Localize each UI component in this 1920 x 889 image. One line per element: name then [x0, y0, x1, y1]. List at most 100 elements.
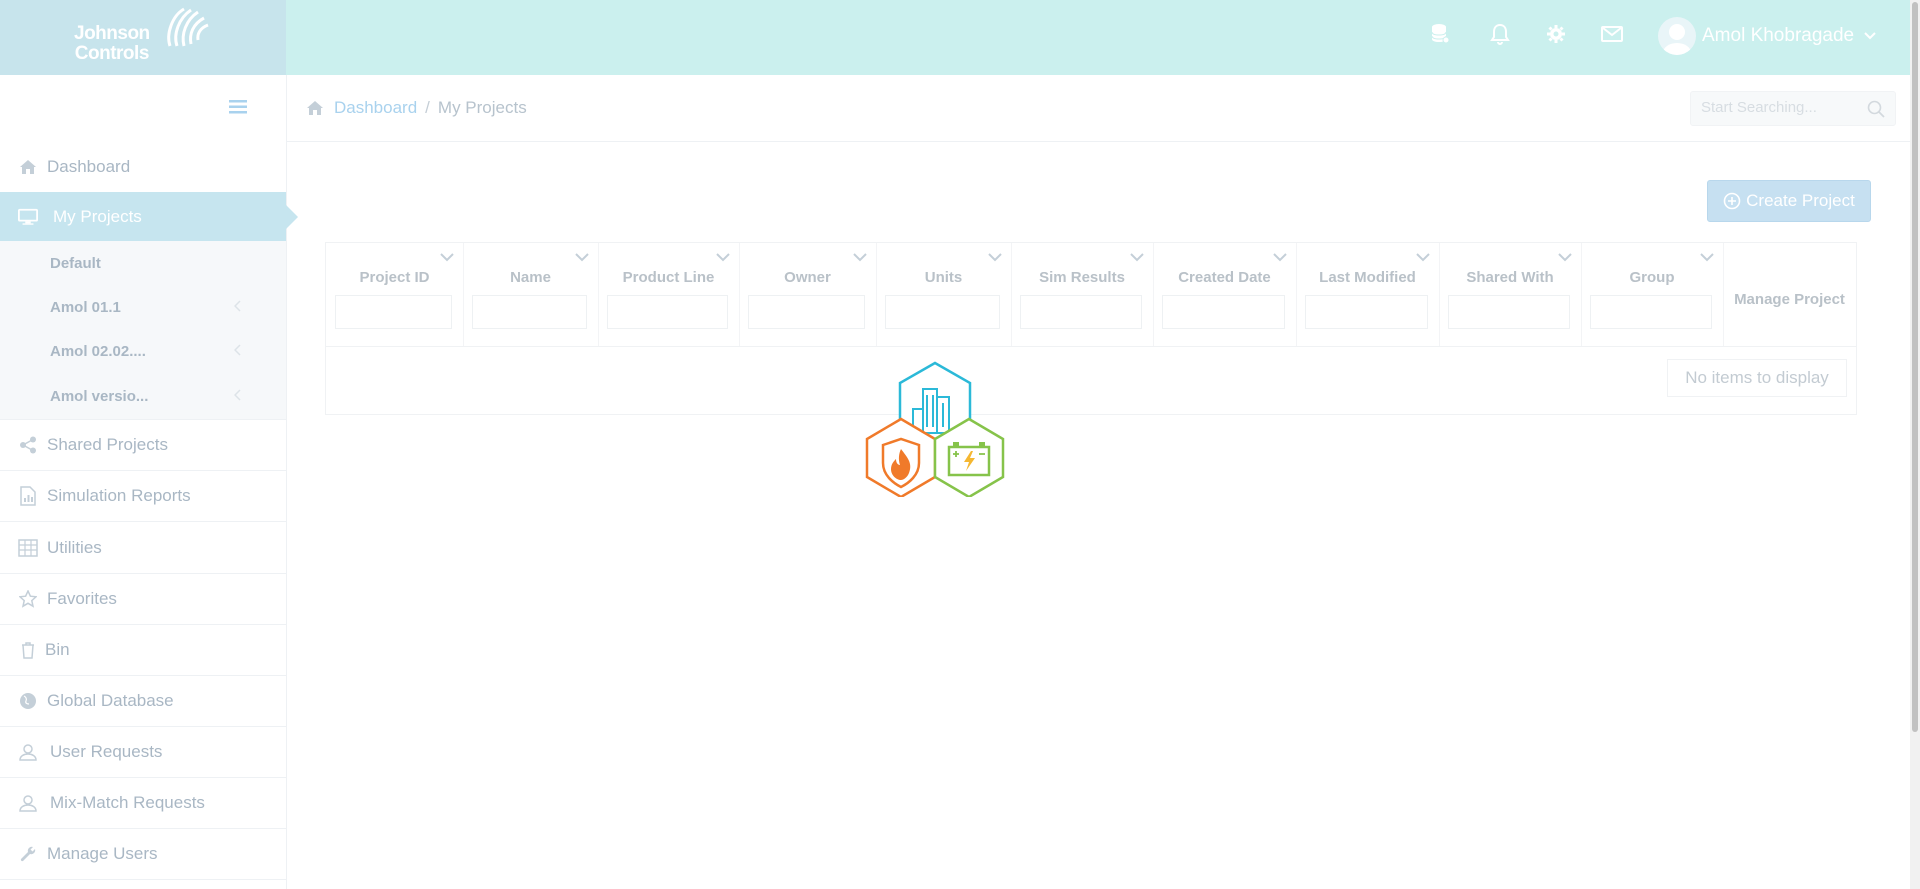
filter-input[interactable]	[472, 295, 587, 329]
filter-input[interactable]	[1020, 295, 1142, 329]
chevron-down-icon[interactable]	[716, 253, 730, 262]
chevron-left-icon	[234, 300, 241, 312]
column-title: Last Modified	[1319, 269, 1416, 286]
table-icon	[18, 538, 38, 558]
search-box	[1690, 91, 1896, 126]
active-indicator	[286, 205, 298, 229]
loading-spinner-icon	[865, 361, 1005, 497]
chevron-left-icon	[234, 389, 241, 401]
column-name: Name	[463, 243, 599, 346]
submenu-item-amol-version[interactable]: Amol versio...	[0, 374, 286, 418]
sidebar-item-simulation-reports[interactable]: Simulation Reports	[0, 471, 286, 522]
filter-input[interactable]	[1590, 295, 1712, 329]
filter-input[interactable]	[1162, 295, 1285, 329]
submenu-item-default[interactable]: Default	[0, 241, 286, 285]
filter-input[interactable]	[748, 295, 865, 329]
logo[interactable]: Johnson Controls	[0, 0, 286, 75]
menu-toggle-icon[interactable]	[229, 99, 249, 120]
monitor-icon	[18, 207, 38, 227]
column-owner: Owner	[739, 243, 877, 346]
plus-circle-icon	[1723, 192, 1741, 210]
column-title: Group	[1629, 269, 1675, 286]
filter-input[interactable]	[607, 295, 728, 329]
create-project-button[interactable]: Create Project	[1707, 180, 1871, 222]
column-group: Group	[1581, 243, 1724, 346]
user-icon	[18, 793, 38, 813]
filter-input[interactable]	[885, 295, 1000, 329]
column-title: Sim Results	[1039, 269, 1125, 286]
column-title: Shared With	[1466, 269, 1554, 286]
chevron-down-icon[interactable]	[988, 253, 1002, 262]
avatar	[1658, 17, 1696, 55]
chevron-down-icon[interactable]	[853, 253, 867, 262]
breadcrumb-separator: /	[425, 98, 430, 117]
divider	[287, 141, 1910, 142]
scrollbar-thumb[interactable]	[1912, 2, 1918, 732]
sidebar-item-manage-users[interactable]: Manage Users	[0, 829, 286, 880]
bell-icon[interactable]	[1486, 20, 1514, 48]
logo-mark-icon	[167, 7, 209, 47]
column-title: Name	[510, 269, 551, 286]
logo-text: Johnson Controls	[74, 24, 150, 64]
logo-line-1: Johnson	[74, 23, 150, 44]
sidebar-item-bin[interactable]: Bin	[0, 625, 286, 676]
chevron-down-icon[interactable]	[575, 253, 589, 262]
submenu-item-amol-02[interactable]: Amol 02.02....	[0, 329, 286, 373]
create-project-label: Create Project	[1746, 191, 1855, 210]
sidebar-item-dashboard[interactable]: Dashboard	[0, 142, 286, 193]
column-created-date: Created Date	[1153, 243, 1297, 346]
sidebar-item-my-projects[interactable]: My Projects	[0, 192, 298, 242]
breadcrumb-dashboard-link[interactable]: Dashboard	[334, 98, 417, 118]
projects-grid: Project ID Name Product Line Owner Units…	[325, 242, 1857, 415]
filter-input[interactable]	[1448, 295, 1570, 329]
globe-icon	[18, 691, 38, 711]
home-icon[interactable]	[306, 100, 324, 116]
logo-line-2: Controls	[74, 43, 150, 64]
gear-icon[interactable]	[1542, 20, 1570, 48]
filter-input[interactable]	[1305, 295, 1428, 329]
column-units: Units	[876, 243, 1012, 346]
chevron-down-icon[interactable]	[1273, 253, 1287, 262]
sidebar-item-mix-match-requests[interactable]: Mix-Match Requests	[0, 778, 286, 829]
chevron-down-icon[interactable]	[1558, 253, 1572, 262]
user-icon	[18, 742, 38, 762]
column-manage-project: Manage Project	[1723, 243, 1856, 346]
column-project-id: Project ID	[326, 243, 464, 346]
filter-input[interactable]	[335, 295, 452, 329]
share-icon	[18, 435, 38, 455]
sidebar-item-utilities[interactable]: Utilities	[0, 523, 286, 574]
column-title: Product Line	[622, 269, 715, 286]
submenu-item-amol-01[interactable]: Amol 01.1	[0, 285, 286, 329]
chevron-down-icon	[1864, 32, 1876, 40]
column-title: Project ID	[359, 269, 430, 286]
column-shared-with: Shared With	[1439, 243, 1582, 346]
database-icon[interactable]	[1426, 20, 1454, 48]
sidebar-item-global-database[interactable]: Global Database	[0, 676, 286, 727]
breadcrumb: Dashboard / My Projects	[306, 97, 527, 119]
sidebar-item-favorites[interactable]: Favorites	[0, 574, 286, 625]
column-title: Owner	[784, 269, 831, 286]
chevron-down-icon[interactable]	[1700, 253, 1714, 262]
column-title: Units	[924, 269, 963, 286]
report-icon	[18, 486, 38, 506]
chevron-left-icon	[234, 344, 241, 356]
column-title: Created Date	[1178, 269, 1271, 286]
chevron-down-icon[interactable]	[440, 253, 454, 262]
star-icon	[18, 589, 38, 609]
column-title: Manage Project	[1734, 291, 1845, 308]
search-input[interactable]	[1691, 92, 1861, 123]
chevron-down-icon[interactable]	[1416, 253, 1430, 262]
chevron-down-icon[interactable]	[1130, 253, 1144, 262]
sidebar-item-user-requests[interactable]: User Requests	[0, 727, 286, 778]
sidebar-item-shared-projects[interactable]: Shared Projects	[0, 420, 286, 471]
search-icon[interactable]	[1867, 100, 1885, 118]
wrench-icon	[18, 844, 38, 864]
home-icon	[18, 157, 38, 177]
trash-icon	[18, 640, 38, 660]
user-menu[interactable]: Amol Khobragade	[1658, 16, 1876, 56]
mail-icon[interactable]	[1598, 20, 1626, 48]
column-last-modified: Last Modified	[1296, 243, 1440, 346]
empty-grid-message: No items to display	[1667, 359, 1847, 397]
user-name: Amol Khobragade	[1702, 25, 1855, 46]
column-product-line: Product Line	[598, 243, 740, 346]
